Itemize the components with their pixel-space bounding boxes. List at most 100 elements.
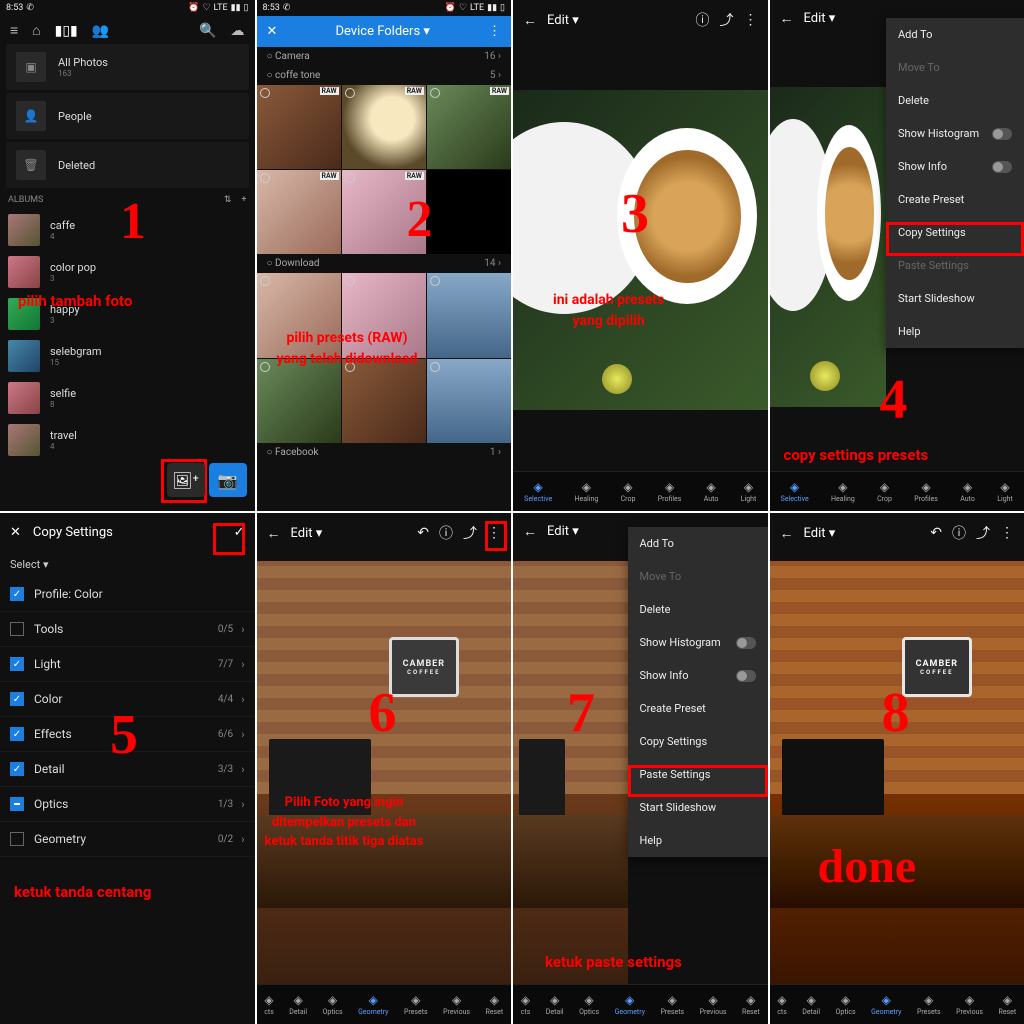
copy-setting-row[interactable]: Geometry 0/2 › <box>0 822 255 857</box>
photo-preview[interactable] <box>513 90 768 410</box>
tool-selective[interactable]: ◈Selective <box>781 480 809 503</box>
copy-setting-row[interactable]: Tools 0/5 › <box>0 612 255 647</box>
copy-setting-row[interactable]: ✓Profile: Color <box>0 577 255 612</box>
chevron-right-icon[interactable]: › <box>241 623 244 636</box>
menu-slideshow[interactable]: Start Slideshow <box>886 282 1024 315</box>
toggle-icon[interactable] <box>992 161 1012 173</box>
undo-icon[interactable]: ↶ <box>417 525 429 541</box>
checkbox-icon[interactable]: ✓ <box>10 727 24 741</box>
close-icon[interactable]: ✕ <box>10 525 21 540</box>
photo-preview[interactable]: CAMBERCOFFEE <box>770 561 1024 984</box>
tool-reset[interactable]: ◈Reset <box>999 993 1017 1016</box>
menu-help[interactable]: Help <box>886 315 1024 348</box>
tool-optics[interactable]: ◈Optics <box>579 993 599 1016</box>
menu-histogram[interactable]: Show Histogram <box>886 117 1024 150</box>
back-icon[interactable]: ← <box>267 525 281 542</box>
library-icon[interactable]: ▮▯▮ <box>55 23 78 39</box>
checkbox-icon[interactable] <box>10 622 24 636</box>
menu-help[interactable]: Help <box>628 824 768 857</box>
tool-profiles[interactable]: ◈Profiles <box>914 480 938 503</box>
tool-geometry[interactable]: ◈Geometry <box>871 993 901 1016</box>
toggle-icon[interactable] <box>736 637 756 649</box>
chevron-right-icon[interactable]: › <box>241 693 244 706</box>
more-icon[interactable]: ⋮ <box>744 12 758 28</box>
copy-setting-row[interactable]: ✓Light 7/7 › <box>0 647 255 682</box>
all-photos-row[interactable]: ▣ All Photos163 <box>6 44 249 90</box>
deleted-row[interactable]: 🗑 Deleted <box>6 142 249 188</box>
menu-delete[interactable]: Delete <box>628 593 768 626</box>
tool-optics[interactable]: ◈Optics <box>836 993 856 1016</box>
more-icon[interactable]: ⋮ <box>488 24 501 39</box>
sort-icon[interactable]: ⇅ <box>224 195 232 205</box>
tool-previous[interactable]: ◈Previous <box>956 993 983 1016</box>
folders-title[interactable]: Device Folders <box>335 24 420 39</box>
undo-icon[interactable]: ↶ <box>930 525 942 541</box>
checkbox-icon[interactable]: ✓ <box>10 657 24 671</box>
thumb[interactable] <box>342 359 426 443</box>
back-icon[interactable]: ← <box>523 523 537 540</box>
photo-preview[interactable]: CAMBERCOFFEE <box>257 561 512 984</box>
back-icon[interactable]: ← <box>523 12 537 29</box>
checkbox-icon[interactable]: ✓ <box>10 762 24 776</box>
tool-previous[interactable]: ◈Previous <box>443 993 470 1016</box>
toggle-icon[interactable] <box>736 670 756 682</box>
folder-row-download[interactable]: ○ Download14 › <box>257 254 512 273</box>
tool-crop[interactable]: ◈Crop <box>877 480 892 503</box>
folder-row-facebook[interactable]: ○ Facebook1 › <box>257 443 512 462</box>
album-item[interactable]: travel4 <box>0 419 255 461</box>
tool-light[interactable]: ◈Light <box>741 480 757 503</box>
tool-optics[interactable]: ◈Optics <box>323 993 343 1016</box>
camera-button[interactable]: 📷 <box>209 463 247 497</box>
thumb[interactable]: RAW <box>427 85 511 169</box>
menu-create-preset[interactable]: Create Preset <box>628 692 768 725</box>
copy-setting-row[interactable]: Optics 1/3 › <box>0 787 255 822</box>
album-item[interactable]: selfie8 <box>0 377 255 419</box>
tool-selective[interactable]: ◈Selective <box>524 480 552 503</box>
checkbox-partial-icon[interactable] <box>10 797 24 811</box>
tool-detail[interactable]: ◈Detail <box>802 993 820 1016</box>
tool-auto[interactable]: ◈Auto <box>960 480 975 503</box>
menu-delete[interactable]: Delete <box>886 84 1024 117</box>
thumb[interactable] <box>427 359 511 443</box>
chevron-right-icon[interactable]: › <box>241 798 244 811</box>
photo-preview[interactable] <box>513 561 628 984</box>
thumb[interactable]: RAW <box>342 85 426 169</box>
tool-geometry[interactable]: ◈Geometry <box>615 993 645 1016</box>
menu-create-preset[interactable]: Create Preset <box>886 183 1024 216</box>
close-icon[interactable]: ✕ <box>267 24 278 39</box>
checkbox-icon[interactable]: ✓ <box>10 692 24 706</box>
chevron-right-icon[interactable]: › <box>241 763 244 776</box>
cloud-icon[interactable]: ☁ <box>231 23 245 39</box>
album-item[interactable]: selebgram15 <box>0 335 255 377</box>
tool-previous[interactable]: ◈Previous <box>700 993 727 1016</box>
add-album-icon[interactable]: + <box>241 195 246 205</box>
chevron-right-icon[interactable]: › <box>241 658 244 671</box>
tool-cts[interactable]: ◈cts <box>521 993 531 1016</box>
tool-detail[interactable]: ◈Detail <box>289 993 307 1016</box>
thumb[interactable] <box>257 359 341 443</box>
tool-presets[interactable]: ◈Presets <box>404 993 428 1016</box>
menu-add-to[interactable]: Add To <box>886 18 1024 51</box>
folder-row-coffetone[interactable]: ○ coffe tone5 › <box>257 66 512 85</box>
info-icon[interactable]: ⓘ <box>952 523 966 543</box>
tool-healing[interactable]: ◈Healing <box>831 480 855 503</box>
folder-row-camera[interactable]: ○ Camera16 › <box>257 47 512 66</box>
select-dropdown[interactable]: Select ▾ <box>0 552 255 577</box>
more-icon[interactable]: ⋮ <box>1000 525 1014 541</box>
thumb[interactable] <box>427 273 511 357</box>
tool-profiles[interactable]: ◈Profiles <box>658 480 682 503</box>
tool-cts[interactable]: ◈cts <box>777 993 787 1016</box>
info-icon[interactable]: ⓘ <box>439 523 453 543</box>
checkbox-icon[interactable]: ✓ <box>10 587 24 601</box>
checkbox-icon[interactable] <box>10 832 24 846</box>
menu-icon[interactable]: ≡ <box>10 22 18 39</box>
tool-reset[interactable]: ◈Reset <box>742 993 760 1016</box>
tool-reset[interactable]: ◈Reset <box>486 993 504 1016</box>
back-icon[interactable]: ← <box>780 525 794 542</box>
edit-title[interactable]: Edit <box>804 11 826 26</box>
thumb[interactable]: RAW <box>257 170 341 254</box>
menu-add-to[interactable]: Add To <box>628 527 768 560</box>
search-icon[interactable]: 🔍 <box>199 23 216 39</box>
toggle-icon[interactable] <box>992 128 1012 140</box>
tool-light[interactable]: ◈Light <box>997 480 1013 503</box>
